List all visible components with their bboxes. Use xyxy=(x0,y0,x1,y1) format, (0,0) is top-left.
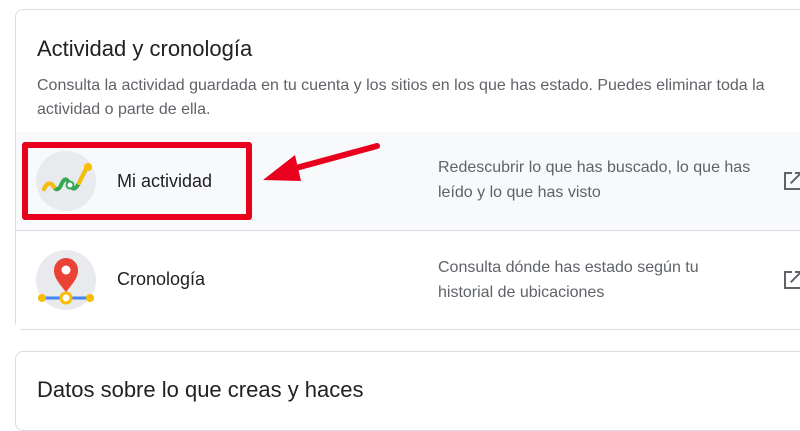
open-in-new-icon[interactable] xyxy=(781,268,800,292)
open-in-new-icon[interactable] xyxy=(781,169,800,193)
activity-section-title: Actividad y cronología xyxy=(37,36,253,61)
timeline-row[interactable]: Cronología Consulta dónde has estado seg… xyxy=(16,231,800,329)
arrow-annotation-icon xyxy=(263,143,380,181)
activity-section-description: Consulta la actividad guardada en tu cue… xyxy=(37,77,765,118)
timeline-description: Consulta dónde has estado según tu histo… xyxy=(438,259,699,301)
timeline-label: Cronología xyxy=(117,269,206,289)
highlight-annotation-box xyxy=(22,142,252,220)
my-activity-description: Redescubrir lo que has buscado, lo que h… xyxy=(438,159,751,201)
data-section-title: Datos sobre lo que creas y haces xyxy=(37,377,364,402)
timeline-pin-icon xyxy=(36,250,96,310)
data-card: Datos sobre lo que creas y haces xyxy=(15,351,800,431)
